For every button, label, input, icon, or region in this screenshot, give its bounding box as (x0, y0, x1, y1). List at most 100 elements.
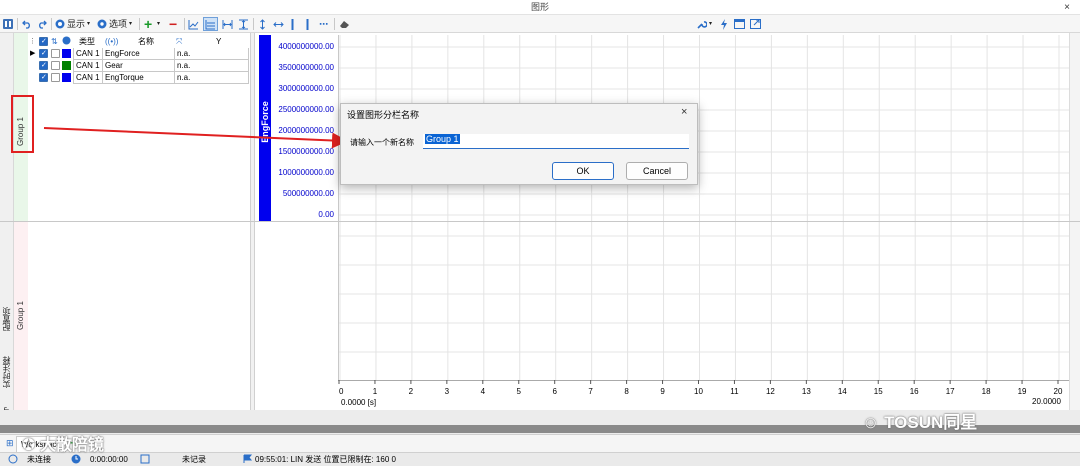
x-tick-label: 2 (409, 387, 414, 396)
cursor2-icon[interactable] (305, 17, 310, 31)
signal-visible-checkbox[interactable] (39, 72, 48, 84)
header-name[interactable]: 名称 (138, 36, 154, 48)
signal-color-swatch[interactable] (62, 49, 71, 58)
dialog-title: 设置图形分栏名称 (347, 110, 420, 120)
y-tick-label: 2000000000.00 (278, 126, 334, 135)
x-tick-label: 5 (517, 387, 522, 396)
x-tick-label: 4 (481, 387, 486, 396)
x-tick-label: 3 (445, 387, 450, 396)
signal-row[interactable]: CAN 1Gearn.a. (28, 60, 249, 72)
watermark-logo: ☺ TOSUN同星 (862, 413, 978, 432)
group-name-value: Group 1 (425, 134, 460, 144)
group-name-input[interactable]: Group 1 (423, 134, 689, 149)
window-icon[interactable] (734, 17, 745, 31)
scale-icon: ⤧ (176, 37, 183, 46)
y-tick-label: 0.00 (318, 210, 334, 219)
close-icon[interactable]: × (1064, 0, 1070, 15)
x-start-label: 0.0000 [s] (341, 398, 377, 407)
chart-line-icon[interactable] (188, 17, 199, 31)
watermark-left: ✪ 大散陪镜 (22, 437, 104, 454)
signal-row[interactable]: CAN 1EngTorquen.a. (28, 72, 249, 84)
dialog-label: 请输入一个新名称 (350, 138, 414, 147)
window-title: 图形 (530, 2, 549, 12)
close-icon[interactable]: × (681, 106, 687, 118)
eraser-icon[interactable] (339, 17, 350, 31)
display-icon (55, 19, 65, 29)
display-menu-button[interactable]: 显示 ▾ (55, 17, 90, 31)
remove-signal-button[interactable]: − (169, 17, 177, 31)
x-tick-label: 16 (910, 387, 919, 396)
fit-horizontal-icon[interactable] (222, 17, 233, 31)
signal-row[interactable]: ▶ CAN 1EngForcen.a. (28, 48, 249, 60)
y-tick-label: 1500000000.00 (278, 147, 334, 156)
signal-table: ⋮⋮ ⇅ 类型 ((•)) 名称 ⤧ Y ▶CAN 1EngForcen.a.C… (28, 33, 250, 223)
header-y[interactable]: Y (216, 36, 221, 48)
y-tick-label: 500000000.00 (282, 189, 334, 198)
y-tick-label: 4000000000.00 (278, 42, 334, 51)
options-menu-button[interactable]: 选项 ▾ (97, 17, 132, 31)
signal-secondary-checkbox[interactable] (51, 49, 60, 58)
plot-area-group2[interactable] (338, 222, 1069, 380)
x-axis: 0 1 2 3 4 5 6 7 8 9 10 11 12 13 14 15 16 17 18 19 20 (338, 380, 1069, 396)
popout-icon[interactable] (750, 17, 761, 31)
zoom-vertical-icon[interactable] (258, 17, 267, 31)
group2-label[interactable]: Group 1 (16, 300, 28, 330)
signal-type: CAN 1 (73, 60, 103, 72)
cursor1-icon[interactable] (290, 17, 295, 31)
cancel-button[interactable]: Cancel (626, 162, 688, 180)
signal-visible-checkbox[interactable] (39, 48, 48, 60)
y-tick-label: 3000000000.00 (278, 84, 334, 93)
add-dropdown-icon[interactable]: ▾ (157, 17, 160, 31)
fit-vertical-icon[interactable] (238, 17, 249, 31)
x-tick-label: 7 (588, 387, 593, 396)
y-tick-label: 3500000000.00 (278, 63, 334, 72)
window-title-bar: 图形 × (0, 0, 1080, 15)
signal-table-header: ⋮⋮ ⇅ 类型 ((•)) 名称 ⤧ Y (28, 36, 248, 48)
undo-icon[interactable] (22, 17, 32, 31)
x-tick-label: 6 (552, 387, 557, 396)
x-tick-label: 20 (1054, 387, 1063, 396)
status-bar: 未连接 0:00:00:00 未记录 09:55:01: LIN 发送 位置已限… (0, 452, 1080, 466)
header-type[interactable]: 类型 (79, 36, 95, 48)
zoom-horizontal-icon[interactable] (273, 17, 284, 31)
y-axis: 4000000000.00 3500000000.00 3000000000.00 2… (259, 35, 337, 221)
x-end-label: 20.0000 (1032, 397, 1061, 406)
x-tick-label: 9 (660, 387, 665, 396)
chart-stack-icon[interactable] (203, 17, 218, 31)
wrench-icon[interactable]: ▾ (696, 17, 712, 31)
x-tick-label: 13 (802, 387, 811, 396)
signal-table-group2 (28, 222, 250, 410)
x-tick-label: 17 (946, 387, 955, 396)
select-all-checkbox[interactable] (39, 36, 48, 48)
signal-y-value: n.a. (175, 60, 249, 72)
ok-button[interactable]: OK (552, 162, 614, 180)
signal-type: CAN 1 (73, 48, 103, 60)
display-label: 显示 (67, 19, 86, 29)
y-tick-label: 1000000000.00 (278, 168, 334, 177)
signal-secondary-checkbox[interactable] (51, 61, 60, 70)
row-pointer-icon: ▶ (30, 50, 36, 57)
group2-strip: Group 1 (14, 222, 28, 410)
signal-name: Gear (103, 60, 175, 72)
workspace-bar: ⊞ Workspace + (0, 434, 1080, 452)
x-tick-label: 10 (694, 387, 703, 396)
lightning-icon[interactable] (720, 17, 728, 31)
signal-visible-checkbox[interactable] (39, 60, 48, 72)
more-icon[interactable]: ⋯ (319, 17, 328, 31)
x-tick-label: 8 (624, 387, 629, 396)
sort-icon[interactable]: ⇅ (51, 36, 58, 48)
panel-toggle-icon[interactable] (3, 17, 13, 31)
add-signal-button[interactable]: + (144, 17, 152, 31)
signal-color-swatch[interactable] (62, 73, 71, 82)
side-tab-notes[interactable]: 实时注释 (1, 348, 13, 388)
signal-secondary-checkbox[interactable] (51, 73, 60, 82)
y-tick-label: 2500000000.00 (278, 105, 334, 114)
x-tick-label: 11 (730, 387, 739, 396)
group-divider[interactable] (0, 221, 1080, 222)
rename-group-dialog: 设置图形分栏名称 × 请输入一个新名称 Group 1 OK Cancel (340, 103, 698, 185)
x-tick-label: 12 (766, 387, 775, 396)
options-label: 选项 (109, 19, 128, 29)
redo-icon[interactable] (37, 17, 47, 31)
signal-color-swatch[interactable] (62, 61, 71, 70)
side-tab-config[interactable]: 配置项 (1, 295, 13, 331)
